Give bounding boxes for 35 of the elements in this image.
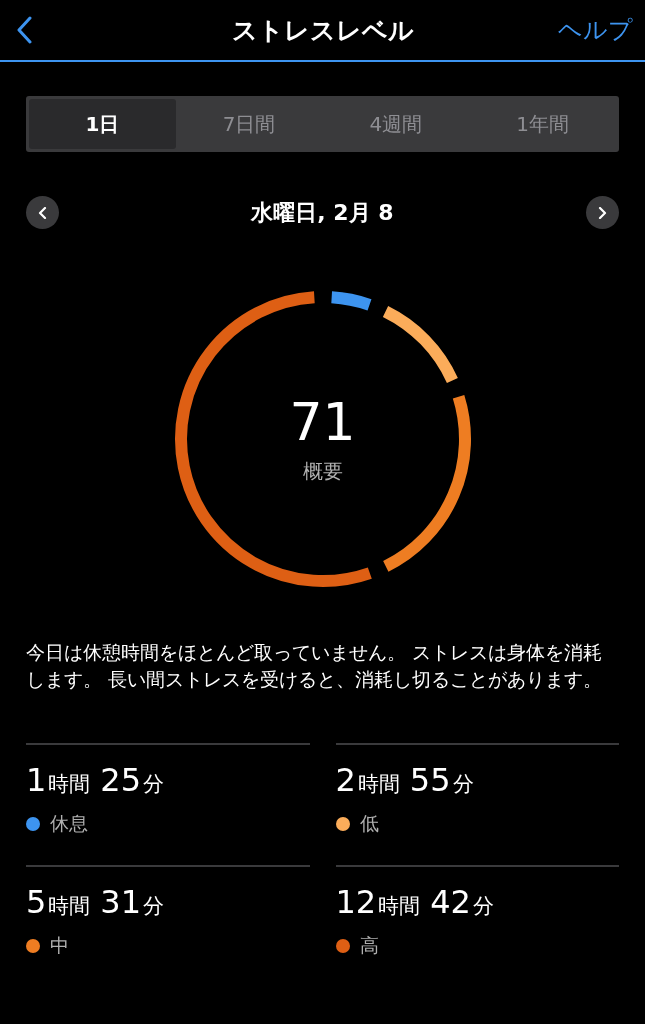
period-tab[interactable]: 7日間 bbox=[175, 99, 323, 149]
date-label: 水曜日, 2月 8 bbox=[251, 198, 394, 227]
hours-value: 2 bbox=[335, 761, 356, 799]
hours-value: 5 bbox=[26, 883, 47, 921]
legend-label: 休息 bbox=[50, 811, 88, 836]
legend-label: 低 bbox=[359, 811, 379, 836]
minutes-unit: 分 bbox=[472, 893, 494, 920]
hours-unit: 時間 bbox=[48, 771, 91, 798]
hours-unit: 時間 bbox=[357, 771, 400, 798]
screen-title: ストレスレベル bbox=[231, 14, 414, 47]
back-chevron-icon bbox=[16, 16, 32, 44]
right-chevron-icon bbox=[597, 206, 608, 219]
help-link[interactable]: ヘルプ bbox=[558, 14, 633, 46]
score-caption: 概要 bbox=[302, 457, 343, 485]
legend-label: 中 bbox=[50, 933, 69, 958]
period-tab[interactable]: 1日 bbox=[29, 99, 176, 149]
period-tab[interactable]: 4週間 bbox=[322, 99, 470, 149]
legend-label: 高 bbox=[359, 933, 379, 958]
hours-value: 12 bbox=[335, 883, 377, 921]
minutes-unit: 分 bbox=[143, 893, 165, 920]
minutes-unit: 分 bbox=[143, 771, 165, 798]
hours-unit: 時間 bbox=[48, 893, 91, 920]
minutes-value: 42 bbox=[430, 883, 471, 921]
previous-day-button[interactable] bbox=[26, 196, 59, 229]
minutes-value: 31 bbox=[100, 883, 142, 921]
next-day-button[interactable] bbox=[586, 196, 619, 229]
hours-unit: 時間 bbox=[378, 893, 421, 920]
minutes-value: 55 bbox=[409, 761, 451, 799]
stress-score: 71 bbox=[289, 395, 356, 448]
left-chevron-icon bbox=[37, 206, 48, 219]
hours-value: 1 bbox=[26, 761, 47, 799]
stress-description: 今日は休憩時間をほとんど取っていません。 ストレスは身体を消耗します。 長い間ストレスを受けると、消耗し切ることがあります。 bbox=[26, 640, 604, 692]
period-tab[interactable]: 1年間 bbox=[469, 99, 616, 149]
minutes-value: 25 bbox=[100, 761, 142, 799]
minutes-unit: 分 bbox=[452, 771, 474, 798]
